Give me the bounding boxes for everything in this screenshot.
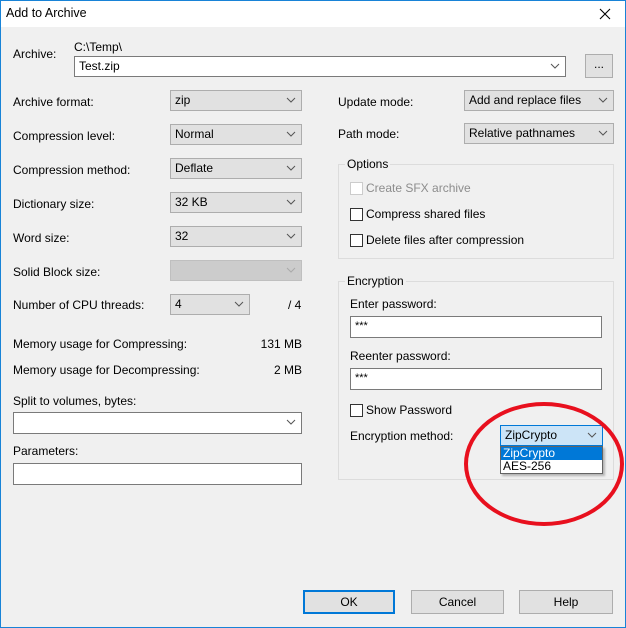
- compress-shared-label: Compress shared files: [366, 207, 486, 221]
- compression-method-label: Compression method:: [13, 163, 131, 177]
- split-volumes-combo[interactable]: [13, 412, 302, 434]
- dictionary-size-label: Dictionary size:: [13, 197, 95, 211]
- encryption-method-select[interactable]: ZipCrypto: [500, 425, 603, 446]
- word-size-select[interactable]: 32: [170, 226, 302, 247]
- compression-method-select[interactable]: Deflate: [170, 158, 302, 179]
- chevron-down-icon: [598, 130, 608, 136]
- update-mode-value: Add and replace files: [469, 93, 582, 107]
- update-mode-select[interactable]: Add and replace files: [464, 90, 614, 111]
- dialog-title: Add to Archive: [6, 6, 87, 20]
- chevron-down-icon: [286, 131, 296, 137]
- compression-level-value: Normal: [175, 127, 214, 141]
- close-button[interactable]: [585, 1, 625, 27]
- checkbox-box[interactable]: [350, 233, 363, 247]
- split-volumes-label: Split to volumes, bytes:: [13, 394, 137, 408]
- chevron-down-icon: [550, 63, 560, 69]
- chevron-down-icon: [286, 97, 296, 103]
- memory-decompress-value: 2 MB: [273, 363, 302, 377]
- chevron-down-icon: [286, 267, 296, 273]
- archive-label: Archive:: [13, 47, 57, 61]
- archive-format-select[interactable]: zip: [170, 90, 302, 111]
- memory-compress-label: Memory usage for Compressing:: [13, 337, 188, 351]
- encryption-method-dropdown: ZipCrypto AES-256: [500, 446, 603, 474]
- show-password-checkbox[interactable]: Show Password: [350, 403, 452, 417]
- cpu-threads-select[interactable]: 4: [170, 294, 250, 315]
- add-to-archive-dialog: Add to Archive Archive: C:\Temp\ Test.zi…: [0, 0, 626, 628]
- parameters-input[interactable]: [13, 463, 302, 485]
- chevron-down-icon: [234, 301, 244, 307]
- path-mode-select[interactable]: Relative pathnames: [464, 123, 614, 144]
- encryption-method-value: ZipCrypto: [505, 428, 558, 442]
- parameters-label: Parameters:: [13, 444, 79, 458]
- compression-level-select[interactable]: Normal: [170, 124, 302, 145]
- dictionary-size-select[interactable]: 32 KB: [170, 192, 302, 213]
- solid-block-size-label: Solid Block size:: [13, 265, 101, 279]
- help-button[interactable]: Help: [519, 590, 613, 614]
- reenter-password-input[interactable]: ***: [350, 368, 602, 390]
- encryption-group-title: Encryption: [345, 274, 406, 288]
- options-group-title: Options: [345, 157, 391, 171]
- enter-password-input[interactable]: ***: [350, 316, 602, 338]
- close-icon: [599, 8, 611, 20]
- cancel-button[interactable]: Cancel: [411, 590, 504, 614]
- browse-button[interactable]: ...: [585, 54, 613, 78]
- compression-method-value: Deflate: [175, 161, 214, 175]
- checkbox-box: [350, 181, 363, 195]
- dictionary-size-value: 32 KB: [175, 195, 208, 209]
- ok-button[interactable]: OK: [303, 590, 395, 614]
- archive-format-value: zip: [175, 93, 191, 107]
- memory-decompress-label: Memory usage for Decompressing:: [13, 363, 200, 377]
- delete-after-label: Delete files after compression: [366, 233, 525, 247]
- encryption-method-label: Encryption method:: [350, 429, 454, 443]
- cpu-threads-max: / 4: [288, 298, 302, 312]
- reenter-password-label: Reenter password:: [350, 349, 451, 363]
- word-size-label: Word size:: [13, 231, 70, 245]
- compression-level-label: Compression level:: [13, 129, 116, 143]
- archive-format-label: Archive format:: [13, 95, 94, 109]
- memory-compress-value: 131 MB: [260, 337, 302, 351]
- chevron-down-icon: [598, 97, 608, 103]
- compress-shared-checkbox[interactable]: Compress shared files: [350, 207, 485, 221]
- chevron-down-icon: [587, 432, 597, 438]
- cpu-threads-label: Number of CPU threads:: [13, 298, 145, 312]
- chevron-down-icon: [286, 165, 296, 171]
- path-mode-label: Path mode:: [338, 127, 400, 141]
- update-mode-label: Update mode:: [338, 95, 414, 109]
- chevron-down-icon: [286, 233, 296, 239]
- delete-after-checkbox[interactable]: Delete files after compression: [350, 233, 524, 247]
- create-sfx-checkbox: Create SFX archive: [350, 181, 471, 195]
- show-password-label: Show Password: [366, 403, 453, 417]
- archive-path: C:\Temp\: [74, 40, 123, 54]
- title-bar: Add to Archive: [1, 1, 625, 27]
- dropdown-option-aes256[interactable]: AES-256: [501, 460, 602, 473]
- chevron-down-icon: [286, 199, 296, 205]
- path-mode-value: Relative pathnames: [469, 126, 576, 140]
- archive-name-value: Test.zip: [79, 59, 120, 73]
- archive-name-combo[interactable]: Test.zip: [74, 56, 566, 77]
- checkbox-box[interactable]: [350, 207, 363, 221]
- enter-password-label: Enter password:: [350, 297, 437, 311]
- create-sfx-label: Create SFX archive: [366, 181, 471, 195]
- checkbox-box[interactable]: [350, 403, 363, 417]
- cpu-threads-value: 4: [175, 297, 182, 311]
- solid-block-size-select: [170, 260, 302, 281]
- chevron-down-icon: [286, 419, 296, 425]
- word-size-value: 32: [175, 229, 189, 243]
